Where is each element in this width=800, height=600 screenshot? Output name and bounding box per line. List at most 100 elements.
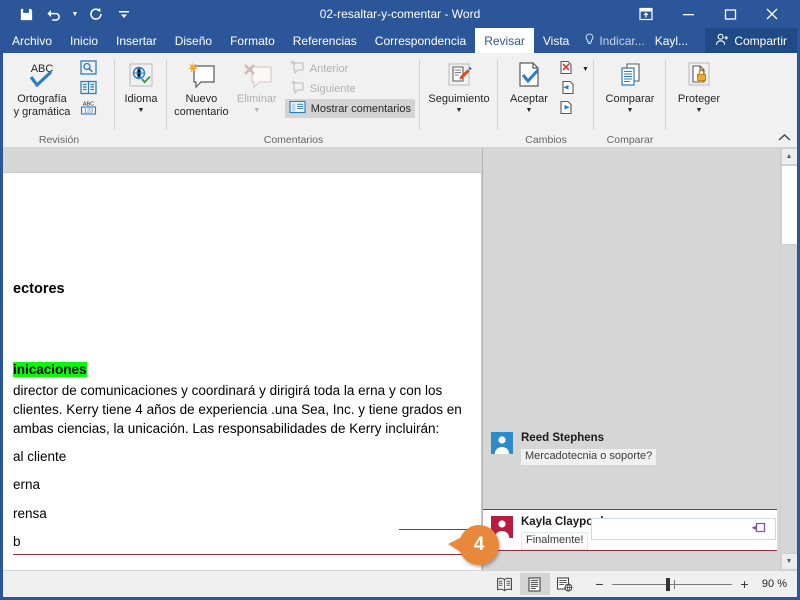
reject-change-icon	[559, 60, 575, 78]
compare-button[interactable]: Comparar ▼	[597, 57, 663, 116]
group-label-revision: Revisión	[38, 134, 80, 146]
tab-diseno[interactable]: Diseño	[166, 28, 221, 53]
group-label-comentarios: Comentarios	[263, 134, 324, 146]
delete-comment-button[interactable]: Eliminar ▼	[231, 57, 283, 116]
show-comments-icon	[289, 100, 306, 117]
document-heading: ectores	[13, 281, 65, 297]
new-comment-button[interactable]: Nuevo comentario	[172, 57, 231, 120]
protect-button[interactable]: Proteger ▼	[669, 57, 729, 116]
next-change-icon	[559, 100, 575, 118]
language-button[interactable]: Idioma ▼	[118, 57, 164, 116]
comment-body: Reed Stephens Mercadotecnia o soporte?	[521, 432, 769, 465]
track-changes-dropdown-icon[interactable]: ▼	[456, 107, 463, 114]
zoom-in-button[interactable]: +	[739, 576, 750, 592]
word-window: ▼ 02-resaltar-y-comentar - Word Archivo …	[0, 0, 800, 600]
zoom-level-label[interactable]: 90 %	[762, 578, 787, 590]
callout-badge-document: 4	[448, 525, 499, 565]
define-button[interactable]	[76, 79, 101, 98]
window-controls	[625, 0, 797, 28]
accept-change-dropdown-icon[interactable]: ▼	[526, 107, 533, 114]
next-comment-button[interactable]: Siguiente	[285, 79, 415, 98]
collapse-ribbon-icon[interactable]	[778, 133, 791, 145]
previous-change-icon	[559, 80, 575, 98]
comment-text[interactable]: Mercadotecnia o soporte?	[521, 448, 657, 465]
tab-formato[interactable]: Formato	[221, 28, 284, 53]
comment-text[interactable]: Finalmente!	[521, 531, 589, 550]
document-page[interactable]: ectores inicaciones director de comunica…	[3, 172, 482, 570]
share-button[interactable]: Compartir	[705, 28, 797, 53]
undo-icon[interactable]	[41, 3, 67, 25]
reject-change-dropdown-icon[interactable]: ▼	[582, 66, 589, 73]
close-icon[interactable]	[751, 0, 793, 28]
define-icon	[80, 80, 97, 98]
minimize-icon[interactable]	[667, 0, 709, 28]
delete-comment-dropdown-icon[interactable]: ▼	[253, 107, 260, 114]
comment-item-reed-stephens[interactable]: Reed Stephens Mercadotecnia o soporte?	[483, 426, 777, 473]
protect-label: Proteger	[677, 93, 721, 105]
spelling-grammar-button[interactable]: ABC Ortografía y gramática	[8, 57, 76, 120]
share-person-icon	[715, 33, 729, 49]
comment-item-kayla-claypool[interactable]: Kayla Claypool Finalmente!	[483, 509, 777, 551]
next-change-button[interactable]	[555, 99, 593, 118]
language-label: Idioma	[124, 93, 158, 105]
comment-edit-input[interactable]	[591, 518, 776, 540]
previous-comment-label: Anterior	[309, 62, 349, 75]
save-icon[interactable]	[13, 3, 39, 25]
word-count-icon: ABC 123	[80, 99, 97, 118]
zoom-out-button[interactable]: −	[594, 576, 605, 592]
previous-change-button[interactable]	[555, 79, 593, 98]
word-count-button[interactable]: ABC 123	[76, 99, 101, 118]
reply-comment-icon[interactable]	[750, 521, 767, 540]
tab-insertar[interactable]: Insertar	[107, 28, 166, 53]
scroll-up-arrow-icon[interactable]: ▲	[780, 148, 797, 165]
spelling-grammar-label-1: Ortografía	[17, 93, 67, 105]
reject-change-button[interactable]: ▼	[555, 59, 593, 78]
customize-qat-icon[interactable]	[111, 3, 137, 25]
user-account-label[interactable]: Kayl...	[651, 28, 692, 53]
maximize-icon[interactable]	[709, 0, 751, 28]
ribbon: ABC Ortografía y gramática ABC 123 Revis…	[3, 53, 797, 148]
delete-comment-label: Eliminar	[236, 93, 277, 105]
web-layout-icon[interactable]	[550, 573, 580, 595]
status-bar-right: − + 90 %	[490, 573, 797, 595]
undo-dropdown-icon[interactable]: ▼	[69, 11, 81, 18]
print-layout-icon[interactable]	[519, 573, 550, 595]
scrollbar-thumb[interactable]	[780, 165, 797, 245]
zoom-slider-thumb[interactable]	[665, 577, 670, 591]
avatar	[491, 432, 513, 454]
previous-comment-icon	[289, 60, 305, 77]
track-changes-label: Seguimiento	[428, 93, 490, 105]
tab-archivo[interactable]: Archivo	[3, 28, 61, 53]
tab-vista[interactable]: Vista	[534, 28, 578, 53]
document-subheading: inicaciones	[13, 300, 463, 379]
tell-me-label: Indicar...	[599, 33, 645, 48]
document-paragraph: director de comunicaciones y coordinará …	[13, 382, 462, 437]
previous-comment-button[interactable]: Anterior	[285, 59, 415, 78]
protect-dropdown-icon[interactable]: ▼	[696, 107, 703, 114]
document-list-item-1: al cliente	[13, 449, 67, 465]
show-comments-button[interactable]: Mostrar comentarios	[284, 99, 415, 118]
tab-referencias[interactable]: Referencias	[284, 28, 366, 53]
ribbon-options-icon[interactable]	[625, 0, 667, 28]
scroll-down-arrow-icon[interactable]: ▼	[780, 553, 797, 570]
new-comment-label-2: comentario	[174, 105, 229, 118]
tab-revisar[interactable]: Revisar	[475, 28, 534, 53]
document-list-item-4: b	[13, 533, 21, 549]
accept-change-button[interactable]: Aceptar ▼	[503, 57, 555, 116]
thesaurus-button[interactable]	[76, 59, 101, 78]
redo-icon[interactable]	[83, 3, 109, 25]
highlighted-text: inicaciones	[13, 361, 87, 377]
tab-correspondencia[interactable]: Correspondencia	[366, 28, 475, 53]
track-changes-button[interactable]: Seguimiento ▼	[423, 57, 495, 116]
accept-change-label: Aceptar	[510, 93, 548, 105]
language-dropdown-icon[interactable]: ▼	[138, 107, 145, 114]
tell-me-box[interactable]: Indicar...	[578, 28, 650, 53]
comentarios-small-buttons: Anterior Siguiente Mostrar comentarios	[283, 57, 415, 118]
read-mode-icon[interactable]	[490, 573, 520, 595]
zoom-slider[interactable]	[611, 577, 732, 591]
document-text[interactable]: ectores inicaciones director de comunica…	[13, 173, 463, 551]
ribbon-group-revision: ABC Ortografía y gramática ABC 123 Revis…	[3, 53, 115, 148]
vertical-scrollbar[interactable]: ▲ ▼	[780, 148, 797, 570]
compare-dropdown-icon[interactable]: ▼	[627, 107, 634, 114]
tab-inicio[interactable]: Inicio	[61, 28, 107, 53]
